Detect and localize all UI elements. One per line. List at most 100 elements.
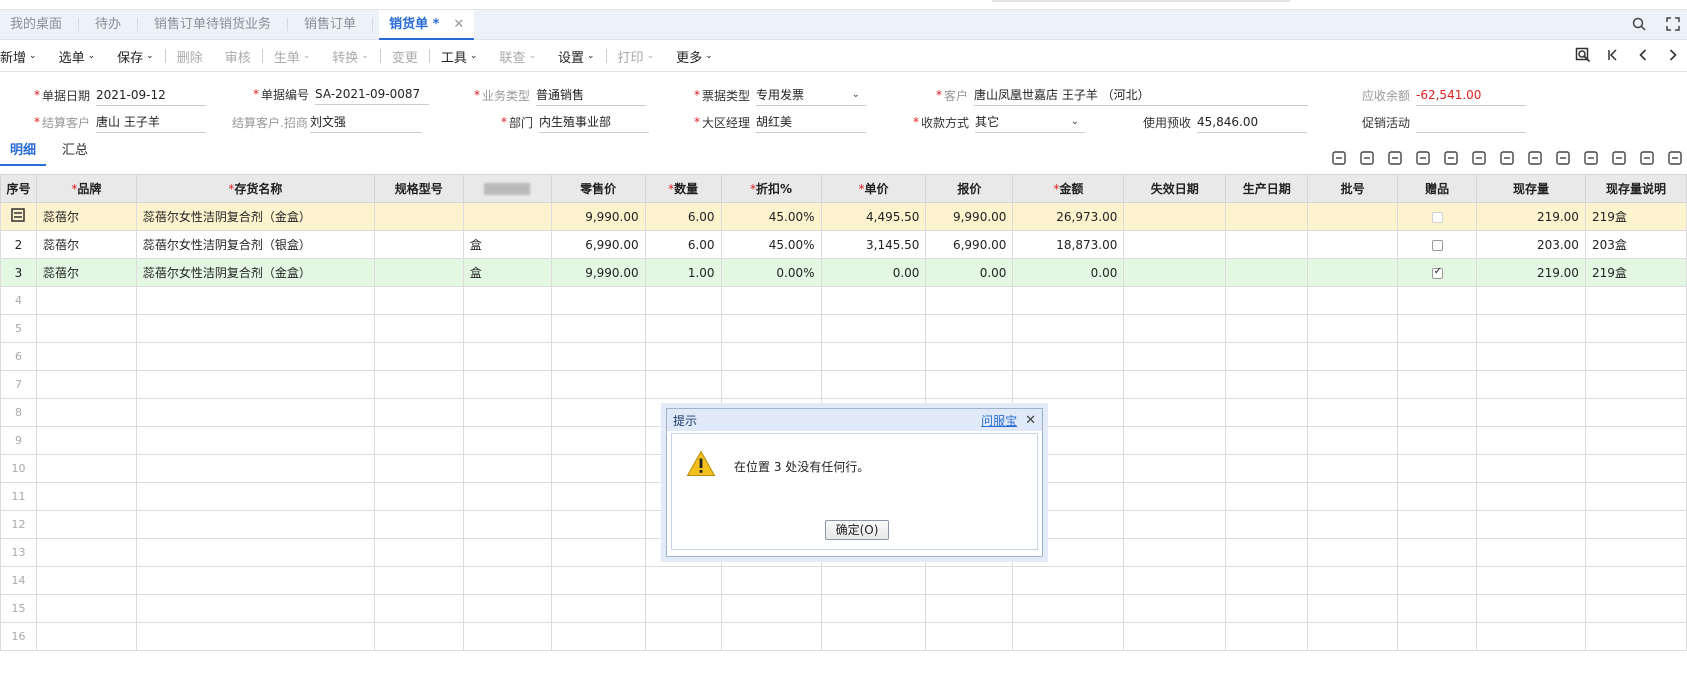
empty-cell[interactable]	[1307, 370, 1399, 399]
empty-cell[interactable]	[1012, 622, 1125, 651]
column-header[interactable]: *数量	[644, 174, 722, 203]
region-manager-input[interactable]: 胡红美	[756, 111, 867, 133]
empty-cell[interactable]	[1584, 622, 1687, 651]
empty-cell[interactable]	[1397, 342, 1478, 371]
empty-cell[interactable]	[925, 342, 1014, 371]
cell-brand[interactable]: 蕊蓓尔	[35, 230, 137, 259]
empty-cell[interactable]	[1225, 398, 1309, 427]
cell-gift[interactable]	[1397, 258, 1478, 287]
empty-cell[interactable]	[925, 286, 1014, 315]
empty-cell[interactable]	[1397, 398, 1478, 427]
dialog-help-link[interactable]: 问服宝	[981, 412, 1017, 429]
empty-cell[interactable]	[1225, 370, 1309, 399]
cell-spec[interactable]	[373, 258, 464, 287]
first-record-icon[interactable]	[1605, 47, 1621, 66]
empty-cell[interactable]	[1225, 342, 1309, 371]
cell-amount[interactable]: 0.00	[1012, 258, 1125, 287]
toolbar-button-4[interactable]: 审核	[214, 47, 262, 66]
cell-expire[interactable]	[1123, 202, 1227, 231]
empty-cell[interactable]	[720, 286, 822, 315]
doc-no-input[interactable]: SA-2021-09-0087	[315, 83, 430, 105]
empty-cell[interactable]	[1225, 454, 1309, 483]
empty-cell[interactable]	[1584, 370, 1687, 399]
cell-spec[interactable]	[373, 202, 464, 231]
row-number[interactable]: 3	[0, 258, 37, 287]
cell-produce[interactable]	[1225, 258, 1309, 287]
toolbar-button-12[interactable]: 更多 ⌄	[665, 47, 724, 66]
cell-stock[interactable]: 219.00	[1476, 258, 1586, 287]
empty-cell[interactable]	[35, 510, 137, 539]
empty-cell[interactable]	[1225, 538, 1309, 567]
cell-expire[interactable]	[1123, 230, 1227, 259]
empty-cell[interactable]	[1397, 286, 1478, 315]
cell-unit[interactable]: 盒	[462, 258, 552, 287]
toolbar-button-6[interactable]: 转换 ⌄	[321, 47, 380, 66]
empty-cell[interactable]	[135, 566, 375, 595]
column-header[interactable]: 报价	[925, 174, 1014, 203]
empty-cell[interactable]	[1397, 482, 1478, 511]
empty-cell[interactable]	[1123, 510, 1227, 539]
cell-produce[interactable]	[1225, 230, 1309, 259]
column-header[interactable]: 失效日期	[1123, 174, 1227, 203]
tab-4[interactable]: 销货单 * ✕	[379, 10, 475, 40]
cell-retail[interactable]: 9,990.00	[550, 202, 646, 231]
tab-close-icon[interactable]: ✕	[453, 17, 464, 32]
tab-summary[interactable]: 汇总	[52, 140, 98, 166]
empty-cell[interactable]	[373, 370, 464, 399]
empty-cell[interactable]	[135, 314, 375, 343]
empty-cell[interactable]	[720, 370, 822, 399]
column-header[interactable]: *金额	[1012, 174, 1125, 203]
table-row-empty[interactable]: 7	[0, 370, 1687, 399]
locate-search-icon[interactable]	[1575, 47, 1591, 66]
column-header[interactable]: *折扣%	[720, 174, 822, 203]
empty-cell[interactable]	[820, 594, 927, 623]
table-row-empty[interactable]: 15	[0, 594, 1687, 623]
empty-cell[interactable]	[550, 566, 646, 595]
cell-brand[interactable]: 蕊蓓尔	[35, 202, 137, 231]
toolbar-button-9[interactable]: 联查 ⌄	[488, 47, 547, 66]
calculator-icon[interactable]	[1667, 150, 1683, 169]
empty-cell[interactable]	[1123, 622, 1227, 651]
empty-cell[interactable]	[373, 622, 464, 651]
empty-cell[interactable]	[462, 538, 552, 567]
empty-cell[interactable]	[1307, 286, 1399, 315]
empty-cell[interactable]	[1397, 314, 1478, 343]
cell-retail[interactable]: 9,990.00	[550, 258, 646, 287]
empty-cell[interactable]	[35, 370, 137, 399]
empty-cell[interactable]	[1123, 398, 1227, 427]
empty-cell[interactable]	[1012, 342, 1125, 371]
empty-cell[interactable]	[550, 594, 646, 623]
empty-cell[interactable]	[1307, 426, 1399, 455]
empty-cell[interactable]	[820, 286, 927, 315]
empty-cell[interactable]	[1476, 398, 1586, 427]
cell-gift[interactable]	[1397, 202, 1478, 231]
toolbar-button-10[interactable]: 设置 ⌄	[547, 47, 606, 66]
empty-cell[interactable]	[1476, 314, 1586, 343]
empty-cell[interactable]	[1584, 538, 1687, 567]
empty-cell[interactable]	[820, 314, 927, 343]
empty-cell[interactable]	[1123, 482, 1227, 511]
tab-detail[interactable]: 明细	[0, 140, 47, 166]
empty-cell[interactable]	[1476, 566, 1586, 595]
empty-cell[interactable]	[462, 622, 552, 651]
empty-cell[interactable]	[462, 314, 552, 343]
cell-expire[interactable]	[1123, 258, 1227, 287]
empty-cell[interactable]	[720, 566, 822, 595]
empty-cell[interactable]	[1584, 594, 1687, 623]
empty-cell[interactable]	[135, 370, 375, 399]
customer-input[interactable]: 唐山凤凰世嘉店 王子羊 （河北）	[974, 84, 1309, 106]
empty-cell[interactable]	[1397, 566, 1478, 595]
promotion-input[interactable]	[1416, 111, 1527, 133]
empty-cell[interactable]	[644, 314, 722, 343]
empty-cell[interactable]	[550, 482, 646, 511]
empty-cell[interactable]	[35, 482, 137, 511]
cell-stock[interactable]: 203.00	[1476, 230, 1586, 259]
cell-discount[interactable]: 45.00%	[720, 230, 822, 259]
cell-spec[interactable]	[373, 230, 464, 259]
table-row-empty[interactable]: 14	[0, 566, 1687, 595]
empty-cell[interactable]	[1307, 454, 1399, 483]
cell-batch[interactable]	[1307, 202, 1399, 231]
empty-cell[interactable]	[1123, 286, 1227, 315]
table-row[interactable]: 3 蕊蓓尔 蕊蓓尔女性洁阴复合剂（金盒）盒 9,990.00 1.00 0.00% 0.00…	[0, 258, 1687, 287]
empty-cell[interactable]	[1307, 482, 1399, 511]
